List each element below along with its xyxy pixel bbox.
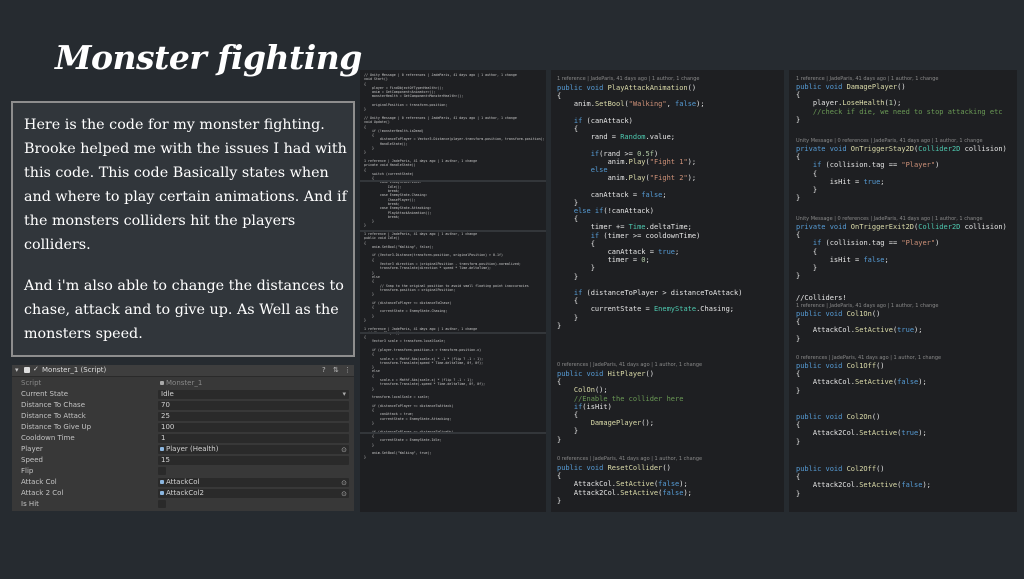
script-field: Monster_1	[158, 379, 349, 388]
code-block: public void ResetCollider() { AttackCol.…	[557, 464, 692, 505]
script-icon	[24, 367, 30, 373]
settings-icon[interactable]: ⇅	[333, 366, 339, 374]
code-panel-middle: 1 reference | JadeParis, 41 days ago | 1…	[551, 70, 784, 512]
field-script: Script Monster_1	[12, 378, 354, 389]
collapse-arrow-icon[interactable]: ▾	[15, 366, 19, 374]
description-paragraph: And i'm also able to change the distance…	[24, 278, 344, 342]
object-icon	[160, 491, 164, 495]
codelens-info[interactable]: Unity Message | 0 references | JadeParis…	[796, 138, 983, 144]
code-block: public void Col2On() { Attack2Col.SetAct…	[796, 413, 927, 446]
cooldown-time-input[interactable]: 1	[158, 434, 349, 443]
distance-to-attack-input[interactable]: 25	[158, 412, 349, 421]
code-block: public void PlayAttackAnimation() { anim…	[557, 84, 743, 330]
component-header[interactable]: ▾ ✓ Monster_1 (Script) ? ⇅ ⋮	[12, 365, 354, 377]
field-current-state[interactable]: Current State Idle	[12, 389, 354, 400]
field-distance-to-give-up[interactable]: Distance To Give Up 100	[12, 422, 354, 433]
code-block: private void OnTriggerStay2D(Collider2D …	[796, 145, 1007, 203]
description-box: Here is the code for my monster fighting…	[11, 101, 355, 357]
inspector-panel: ▾ ✓ Monster_1 (Script) ? ⇅ ⋮ Script Mons…	[12, 365, 354, 511]
target-icon[interactable]: ⊙	[341, 490, 347, 499]
code-block: private void OnTriggerExit2D(Collider2D …	[796, 223, 1007, 281]
code-block: public void DamagePlayer() { player.Lose…	[796, 83, 1003, 124]
code-block: public void Col1Off() { AttackCol.SetAct…	[796, 362, 927, 395]
is-hit-checkbox[interactable]	[158, 500, 166, 508]
screenshot-divider	[360, 432, 546, 434]
component-name: Monster_1 (Script)	[42, 366, 107, 374]
code-block: public void Col1On() { AttackCol.SetActi…	[796, 310, 923, 343]
field-distance-to-attack[interactable]: Distance To Attack 25	[12, 411, 354, 422]
enabled-checkbox[interactable]: ✓	[33, 365, 39, 373]
field-player[interactable]: Player Player (Health) ⊙	[12, 444, 354, 455]
attack-2-col-object-field[interactable]: AttackCol2 ⊙	[158, 489, 349, 498]
screenshot-divider	[360, 332, 546, 334]
code-comment: //Colliders!	[796, 294, 847, 302]
field-is-hit[interactable]: Is Hit	[12, 499, 354, 510]
codelens-info[interactable]: Unity Message | 0 references | JadeParis…	[796, 216, 983, 222]
screenshot-divider	[360, 180, 546, 182]
flip-checkbox[interactable]	[158, 467, 166, 475]
code-block: public void HitPlayer() { ColOn(); //Ena…	[557, 370, 684, 444]
field-attack-col[interactable]: Attack Col AttackCol ⊙	[12, 477, 354, 488]
code-panel-left: // Unity Message | 0 references | JadePa…	[360, 70, 546, 512]
code-block: // Unity Message | 0 references | JadePa…	[364, 73, 545, 460]
object-icon	[160, 447, 164, 451]
player-object-field[interactable]: Player (Health) ⊙	[158, 445, 349, 454]
attack-col-object-field[interactable]: AttackCol ⊙	[158, 478, 349, 487]
field-flip[interactable]: Flip	[12, 466, 354, 477]
distance-to-give-up-input[interactable]: 100	[158, 423, 349, 432]
current-state-dropdown[interactable]: Idle	[158, 390, 349, 399]
field-attack-2-col[interactable]: Attack 2 Col AttackCol2 ⊙	[12, 488, 354, 499]
field-distance-to-chase[interactable]: Distance To Chase 70	[12, 400, 354, 411]
codelens-info[interactable]: 1 reference | JadeParis, 41 days ago | 1…	[796, 303, 938, 309]
field-speed[interactable]: Speed 15	[12, 455, 354, 466]
speed-input[interactable]: 15	[158, 456, 349, 465]
object-icon	[160, 480, 164, 484]
codelens-info[interactable]: 0 references | JadeParis, 41 days ago | …	[796, 355, 941, 361]
target-icon[interactable]: ⊙	[341, 446, 347, 455]
target-icon[interactable]: ⊙	[341, 479, 347, 488]
field-cooldown-time[interactable]: Cooldown Time 1	[12, 433, 354, 444]
code-block: public void Col2Off() { Attack2Col.SetAc…	[796, 465, 931, 498]
help-icon[interactable]: ?	[322, 366, 326, 374]
code-panel-right: 1 reference | JadeParis, 41 days ago | 1…	[789, 70, 1017, 512]
page-title: Monster fighting	[55, 38, 362, 77]
description-paragraph: Here is the code for my monster fighting…	[24, 117, 347, 253]
screenshot-divider	[360, 230, 546, 232]
codelens-info[interactable]: 1 reference | JadeParis, 41 days ago | 1…	[557, 76, 699, 82]
codelens-info[interactable]: 0 references | JadeParis, 41 days ago | …	[557, 456, 702, 462]
distance-to-chase-input[interactable]: 70	[158, 401, 349, 410]
codelens-info[interactable]: 1 reference | JadeParis, 41 days ago | 1…	[796, 76, 938, 82]
more-icon[interactable]: ⋮	[344, 366, 351, 374]
codelens-info[interactable]: 0 references | JadeParis, 41 days ago | …	[557, 362, 702, 368]
